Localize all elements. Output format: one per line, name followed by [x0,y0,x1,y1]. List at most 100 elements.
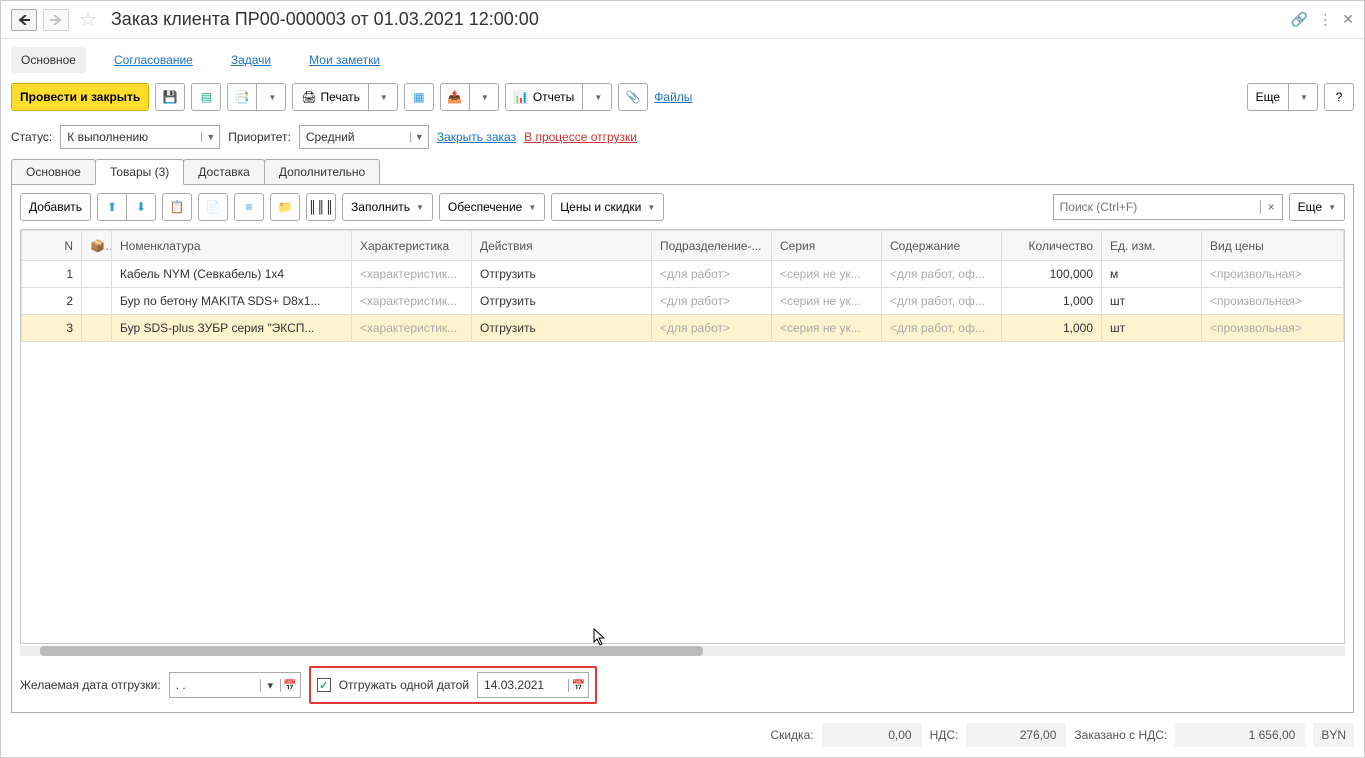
subtab-main[interactable]: Основное [11,159,96,185]
table-row[interactable]: 3Бур SDS-plus ЗУБР серия "ЭКСП...<характ… [22,315,1344,342]
split-button[interactable]: ≡ [234,193,264,221]
discount-label: Скидка: [770,728,813,742]
fill-button[interactable]: Заполнить▼ [342,193,433,221]
grid-more-button[interactable]: Еще▼ [1289,193,1345,221]
paperclip-icon: 📎 [626,90,641,104]
reports-button[interactable]: 📊Отчеты [505,83,583,111]
paste-button[interactable]: 📄 [198,193,228,221]
titlebar: ☆ Заказ клиента ПР00-000003 от 01.03.202… [1,1,1364,39]
clear-search-icon[interactable]: × [1260,200,1282,214]
more-caret[interactable]: ▼ [1288,83,1318,111]
exchange-icon: 📤 [447,90,462,104]
paste-icon: 📄 [206,200,221,214]
tab-notes[interactable]: Мои заметки [299,47,390,73]
status-select[interactable]: К выполнению ▼ [60,125,220,149]
close-order-link[interactable]: Закрыть заказ [437,130,516,144]
tab-main[interactable]: Основное [11,47,86,73]
grid-search-input[interactable] [1054,200,1260,214]
col-char[interactable]: Характеристика [352,231,472,261]
move-down-button[interactable]: ⬇ [126,193,156,221]
subtab-delivery[interactable]: Доставка [183,159,265,185]
in-shipping-link[interactable]: В процессе отгрузки [524,130,637,144]
col-item[interactable]: Номенклатура [112,231,352,261]
subtab-extra[interactable]: Дополнительно [264,159,380,185]
page-title: Заказ клиента ПР00-000003 от 01.03.2021 … [111,9,539,30]
edi-caret[interactable]: ▼ [469,83,499,111]
provision-button[interactable]: Обеспечение▼ [439,193,545,221]
arrow-right-icon [50,15,62,25]
vat-label: НДС: [930,728,959,742]
arrow-left-icon [18,15,30,25]
status-value: К выполнению [61,130,201,144]
ship-one-date-field[interactable]: 14.03.2021 📅 [477,672,589,698]
barcode-button[interactable]: ║║║ [306,193,336,221]
print-caret[interactable]: ▼ [368,83,398,111]
favorite-icon[interactable]: ☆ [79,7,97,32]
add-row-button[interactable]: Добавить [20,193,91,221]
printer-icon: 🖨 [301,90,316,104]
reports-caret[interactable]: ▼ [582,83,612,111]
col-actions[interactable]: Действия [472,231,652,261]
goods-table[interactable]: N 📦 Номенклатура Характеристика Действия… [20,229,1345,644]
col-qty[interactable]: Количество [1002,231,1102,261]
reports-group: 📊Отчеты ▼ [505,83,612,111]
calendar-icon[interactable]: 📅 [280,679,300,692]
create-based-on-button[interactable]: 📑 [227,83,257,111]
edi-group: 📤 ▼ [440,83,499,111]
split-icon: ≡ [246,200,253,214]
help-button[interactable]: ? [1324,83,1354,111]
priority-select[interactable]: Средний ▼ [299,125,429,149]
col-flag[interactable]: 📦 [82,231,112,261]
grid-search[interactable]: × [1053,194,1283,220]
package-icon: 📦 [90,239,112,253]
nav-forward-button[interactable] [43,9,69,31]
diskette-icon: 💾 [163,90,178,104]
total-label: Заказано с НДС: [1074,728,1167,742]
create-based-on-group: 📑 ▼ [227,83,286,111]
edi-button[interactable]: 📤 [440,83,470,111]
col-price-type[interactable]: Вид цены [1202,231,1344,261]
create-based-on-caret[interactable]: ▼ [256,83,286,111]
col-dept[interactable]: Подразделение-... [652,231,772,261]
table-row[interactable]: 2Бур по бетону MAKITA SDS+ D8x1...<харак… [22,288,1344,315]
table-row[interactable]: 1Кабель NYM (Севкабель) 1х4<характеристи… [22,261,1344,288]
desired-date-field[interactable]: . . ▾ 📅 [169,672,301,698]
ship-one-date-highlight: ✓ Отгружать одной датой 14.03.2021 📅 [309,666,597,704]
arrow-down-icon: ⬇ [136,200,146,214]
goods-panel: Добавить ⬆ ⬇ 📋 📄 ≡ 📁 ║║║ Заполнить▼ Обес… [11,184,1354,713]
col-content[interactable]: Содержание [882,231,1002,261]
chevron-down-icon[interactable]: ▼ [410,132,428,142]
close-icon[interactable]: ✕ [1342,11,1354,28]
calendar-icon[interactable]: 📅 [568,679,588,692]
ship-one-date-checkbox[interactable]: ✓ [317,678,331,692]
chevron-down-icon[interactable]: ▾ [260,679,280,692]
nav-back-button[interactable] [11,9,37,31]
more-button[interactable]: Еще [1247,83,1289,111]
subtab-goods[interactable]: Товары (3) [95,159,184,185]
print-button[interactable]: 🖨Печать [292,83,369,111]
prices-button[interactable]: Цены и скидки▼ [551,193,664,221]
files-link[interactable]: Файлы [654,90,692,104]
more-menu-icon[interactable]: ⋮ [1318,11,1332,28]
help-icon: ? [1336,90,1343,104]
status-row: Статус: К выполнению ▼ Приоритет: Средни… [1,121,1364,159]
priority-label: Приоритет: [228,130,291,144]
save-button[interactable]: 💾 [155,83,185,111]
move-up-button[interactable]: ⬆ [97,193,127,221]
post-and-close-button[interactable]: Провести и закрыть [11,83,149,111]
col-unit[interactable]: Ед. изм. [1102,231,1202,261]
structure-button[interactable]: ▦ [404,83,434,111]
copy-button[interactable]: 📋 [162,193,192,221]
attach-button[interactable]: 📎 [618,83,648,111]
post-button[interactable]: ▤ [191,83,221,111]
link-icon[interactable]: 🔗 [1291,11,1308,28]
ship-date-row: Желаемая дата отгрузки: . . ▾ 📅 ✓ Отгруж… [20,656,1345,704]
select-items-button[interactable]: 📁 [270,193,300,221]
documents-icon: 📑 [235,90,250,104]
tab-tasks[interactable]: Задачи [221,47,281,73]
tab-approval[interactable]: Согласование [104,47,203,73]
horizontal-scrollbar[interactable] [20,646,1345,656]
col-series[interactable]: Серия [772,231,882,261]
chevron-down-icon[interactable]: ▼ [201,132,219,142]
col-n[interactable]: N [22,231,82,261]
